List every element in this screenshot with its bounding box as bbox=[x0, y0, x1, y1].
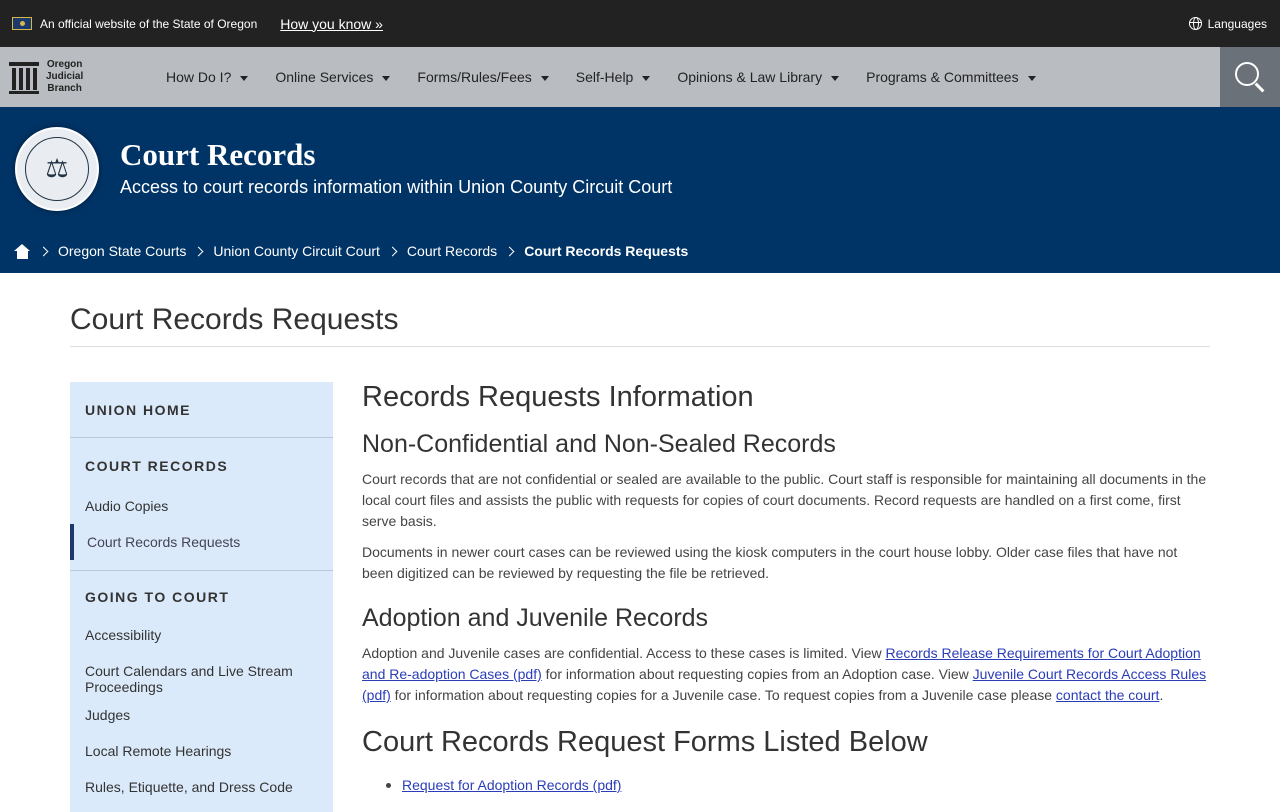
languages-label: Languages bbox=[1207, 16, 1267, 31]
breadcrumb-court-records[interactable]: Court Records bbox=[407, 243, 497, 259]
adoption-juvenile-heading: Adoption and Juvenile Records bbox=[362, 604, 709, 632]
languages-button[interactable]: Languages bbox=[1188, 16, 1267, 31]
main-content: Records Requests Information Non-Confide… bbox=[362, 380, 1210, 793]
caret-down-icon bbox=[382, 75, 391, 81]
official-banner: An official website of the State of Oreg… bbox=[0, 0, 1280, 47]
official-website-text: An official website of the State of Oreg… bbox=[40, 16, 258, 31]
sidebar: UNION HOME COURT RECORDS Audio Copies Co… bbox=[70, 382, 333, 812]
nav-item-self-help[interactable]: Self-Help bbox=[576, 69, 651, 85]
chevron-right-icon bbox=[387, 246, 398, 256]
breadcrumb-oregon-state-courts[interactable]: Oregon State Courts bbox=[58, 243, 186, 259]
page-title: Court Records Requests bbox=[70, 303, 399, 336]
sidebar-heading-going-to-court[interactable]: GOING TO COURT bbox=[70, 571, 333, 623]
nav-menu: How Do I? Online Services Forms/Rules/Fe… bbox=[166, 69, 1063, 85]
home-icon[interactable] bbox=[14, 243, 31, 259]
breadcrumb: Oregon State Courts Union County Circuit… bbox=[14, 243, 688, 259]
non-confidential-paragraph-2: Documents in newer court cases can be re… bbox=[362, 544, 1178, 581]
non-confidential-paragraph-1: Court records that are not confidential … bbox=[362, 471, 1207, 529]
scales-of-justice-icon: ⚖ bbox=[45, 154, 69, 184]
chevron-right-icon bbox=[193, 246, 204, 256]
breadcrumb-current: Court Records Requests bbox=[524, 243, 689, 259]
hero-subtitle: Access to court records information with… bbox=[120, 177, 673, 197]
adoption-juvenile-paragraph: Adoption and Juvenile cases are confiden… bbox=[362, 645, 1207, 703]
main-navigation: Oregon Judicial Branch How Do I? Online … bbox=[0, 47, 1280, 107]
caret-down-icon bbox=[642, 75, 651, 81]
request-forms-heading: Court Records Request Forms Listed Below bbox=[362, 726, 928, 758]
nav-item-forms-rules-fees[interactable]: Forms/Rules/Fees bbox=[417, 69, 549, 85]
logo-text: Oregon Judicial Branch bbox=[46, 59, 84, 94]
caret-down-icon bbox=[240, 75, 249, 81]
chevron-right-icon bbox=[38, 246, 49, 256]
list-item: Request for Adoption Records (pdf) bbox=[386, 777, 1210, 793]
search-button[interactable] bbox=[1220, 47, 1280, 107]
search-icon bbox=[1235, 62, 1259, 86]
contact-the-court-link[interactable]: contact the court bbox=[1056, 687, 1160, 703]
globe-icon bbox=[1188, 17, 1202, 30]
nav-item-online-services[interactable]: Online Services bbox=[275, 69, 391, 85]
oregon-flag-icon bbox=[12, 17, 32, 30]
sidebar-item-local-remote-hearings[interactable]: Local Remote Hearings bbox=[70, 733, 333, 769]
chevron-right-icon bbox=[504, 246, 515, 256]
sidebar-item-judges[interactable]: Judges bbox=[70, 697, 333, 733]
sidebar-item-accessibility[interactable]: Accessibility bbox=[70, 617, 333, 653]
breadcrumb-union-county[interactable]: Union County Circuit Court bbox=[213, 243, 380, 259]
adoption-records-request-form-link[interactable]: Request for Adoption Records (pdf) bbox=[402, 777, 621, 793]
caret-down-icon bbox=[1027, 75, 1036, 81]
records-requests-heading: Records Requests Information bbox=[362, 381, 754, 413]
nav-item-how-do-i[interactable]: How Do I? bbox=[166, 69, 249, 85]
sidebar-item-court-records-requests[interactable]: Court Records Requests bbox=[70, 524, 333, 560]
nav-item-opinions-law-library[interactable]: Opinions & Law Library bbox=[677, 69, 840, 85]
hero-banner: ⚖ Court Records Access to court records … bbox=[0, 107, 1280, 273]
title-divider bbox=[70, 346, 1210, 347]
caret-down-icon bbox=[540, 75, 549, 81]
nav-item-programs-committees[interactable]: Programs & Committees bbox=[866, 69, 1036, 85]
ojd-logo[interactable]: Oregon Judicial Branch bbox=[0, 59, 166, 95]
judicial-department-seal: ⚖ bbox=[15, 127, 99, 211]
sidebar-heading-union-home[interactable]: UNION HOME bbox=[70, 382, 333, 437]
how-you-know-link[interactable]: How you know » bbox=[280, 16, 383, 32]
caret-down-icon bbox=[831, 75, 840, 81]
courthouse-pillar-icon bbox=[9, 60, 39, 94]
non-confidential-heading: Non-Confidential and Non-Sealed Records bbox=[362, 430, 836, 458]
hero-title: Court Records bbox=[120, 137, 316, 172]
sidebar-item-audio-copies[interactable]: Audio Copies bbox=[70, 488, 333, 524]
sidebar-heading-court-records[interactable]: COURT RECORDS bbox=[70, 438, 333, 493]
